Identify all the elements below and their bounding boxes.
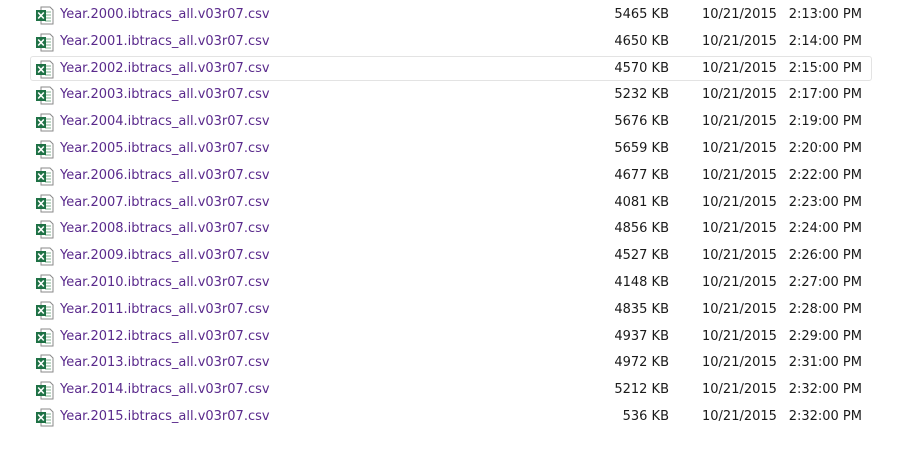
file-modified-date: 10/21/2015 [702, 328, 777, 344]
file-size: 4081 KB [614, 194, 669, 210]
file-row[interactable]: Year.2001.ibtracs_all.v03r07.csv 4650 KB 1… [30, 29, 872, 54]
file-row[interactable]: Year.2009.ibtracs_all.v03r07.csv 4527 KB 1… [30, 243, 872, 268]
file-name[interactable]: Year.2015.ibtracs_all.v03r07.csv [60, 408, 270, 426]
file-modified-time: 2:29:00 PM [788, 328, 862, 344]
file-modified-time: 2:31:00 PM [788, 355, 862, 371]
file-row[interactable]: Year.2000.ibtracs_all.v03r07.csv 5465 KB 1… [30, 2, 872, 27]
file-size: 4937 KB [614, 328, 669, 344]
file-modified-time: 2:24:00 PM [788, 221, 862, 237]
file-modified-time: 2:22:00 PM [788, 167, 862, 183]
file-size: 4650 KB [614, 33, 669, 49]
excel-csv-icon [36, 194, 54, 213]
file-name[interactable]: Year.2010.ibtracs_all.v03r07.csv [60, 274, 270, 292]
file-modified-date: 10/21/2015 [702, 409, 777, 424]
file-size: 4527 KB [614, 248, 669, 264]
file-modified-time: 2:26:00 PM [788, 248, 862, 264]
file-modified-date: 10/21/2015 [702, 60, 777, 76]
excel-csv-icon [36, 60, 54, 79]
file-name[interactable]: Year.2005.ibtracs_all.v03r07.csv [60, 140, 270, 158]
file-modified-time: 2:13:00 PM [788, 7, 862, 22]
file-size: 4972 KB [614, 355, 669, 371]
excel-csv-icon [36, 140, 54, 159]
file-modified-date: 10/21/2015 [702, 7, 777, 22]
excel-csv-icon [36, 33, 54, 52]
file-modified-date: 10/21/2015 [702, 194, 777, 210]
excel-csv-icon [36, 274, 54, 293]
file-modified-date: 10/21/2015 [702, 301, 777, 317]
file-modified-time: 2:27:00 PM [788, 275, 862, 290]
file-size: 536 KB [622, 409, 669, 424]
file-row[interactable]: Year.2005.ibtracs_all.v03r07.csv 5659 KB 1… [30, 136, 872, 161]
excel-csv-icon [36, 381, 54, 400]
file-row[interactable]: Year.2012.ibtracs_all.v03r07.csv 4937 KB 1… [30, 324, 872, 349]
file-row[interactable]: Year.2006.ibtracs_all.v03r07.csv 4677 KB 1… [30, 163, 872, 188]
file-modified-date: 10/21/2015 [702, 355, 777, 371]
file-size: 5232 KB [614, 87, 669, 103]
file-name[interactable]: Year.2008.ibtracs_all.v03r07.csv [60, 220, 270, 238]
excel-csv-icon [36, 6, 54, 25]
file-row[interactable]: Year.2015.ibtracs_all.v03r07.csv 536 KB 10… [30, 404, 872, 429]
file-modified-time: 2:32:00 PM [788, 409, 862, 424]
excel-csv-icon [36, 113, 54, 132]
file-name[interactable]: Year.2004.ibtracs_all.v03r07.csv [60, 113, 270, 131]
file-modified-date: 10/21/2015 [702, 114, 777, 130]
file-row[interactable]: Year.2008.ibtracs_all.v03r07.csv 4856 KB 1… [30, 216, 872, 241]
file-row[interactable]: Year.2011.ibtracs_all.v03r07.csv 4835 KB 1… [30, 297, 872, 322]
file-modified-date: 10/21/2015 [702, 221, 777, 237]
excel-csv-icon [36, 354, 54, 373]
file-modified-date: 10/21/2015 [702, 248, 777, 264]
file-row[interactable]: Year.2007.ibtracs_all.v03r07.csv 4081 KB 1… [30, 190, 872, 215]
file-name[interactable]: Year.2007.ibtracs_all.v03r07.csv [60, 194, 270, 212]
file-size: 4835 KB [614, 301, 669, 317]
file-row[interactable]: Year.2002.ibtracs_all.v03r07.csv 4570 KB 1… [30, 55, 872, 81]
file-modified-date: 10/21/2015 [702, 141, 777, 156]
file-name[interactable]: Year.2014.ibtracs_all.v03r07.csv [60, 381, 270, 399]
file-row[interactable]: Year.2003.ibtracs_all.v03r07.csv 5232 KB 1… [30, 82, 872, 107]
file-modified-time: 2:32:00 PM [788, 382, 862, 398]
file-modified-time: 2:14:00 PM [788, 33, 862, 49]
file-modified-date: 10/21/2015 [702, 33, 777, 49]
file-row[interactable]: Year.2010.ibtracs_all.v03r07.csv 4148 KB 1… [30, 270, 872, 295]
file-modified-time: 2:20:00 PM [788, 141, 862, 156]
file-modified-time: 2:28:00 PM [788, 301, 862, 317]
excel-csv-icon [36, 247, 54, 266]
excel-csv-icon [36, 408, 54, 427]
file-size: 4856 KB [614, 221, 669, 237]
file-row[interactable]: Year.2004.ibtracs_all.v03r07.csv 5676 KB 1… [30, 109, 872, 134]
file-name[interactable]: Year.2000.ibtracs_all.v03r07.csv [60, 6, 270, 24]
file-name[interactable]: Year.2006.ibtracs_all.v03r07.csv [60, 167, 270, 185]
file-name[interactable]: Year.2012.ibtracs_all.v03r07.csv [60, 328, 270, 346]
excel-csv-icon [36, 167, 54, 186]
file-modified-date: 10/21/2015 [702, 167, 777, 183]
file-name[interactable]: Year.2001.ibtracs_all.v03r07.csv [60, 33, 270, 51]
file-modified-time: 2:19:00 PM [788, 114, 862, 130]
excel-csv-icon [36, 301, 54, 320]
file-size: 4570 KB [614, 60, 669, 76]
file-row[interactable]: Year.2014.ibtracs_all.v03r07.csv 5212 KB 1… [30, 377, 872, 402]
file-name[interactable]: Year.2009.ibtracs_all.v03r07.csv [60, 247, 270, 265]
file-name[interactable]: Year.2013.ibtracs_all.v03r07.csv [60, 354, 270, 372]
excel-csv-icon [36, 328, 54, 347]
excel-csv-icon [36, 86, 54, 105]
file-row[interactable]: Year.2013.ibtracs_all.v03r07.csv 4972 KB 1… [30, 350, 872, 375]
file-size: 5676 KB [614, 114, 669, 130]
file-name[interactable]: Year.2002.ibtracs_all.v03r07.csv [60, 60, 270, 78]
file-modified-date: 10/21/2015 [702, 382, 777, 398]
excel-csv-icon [36, 220, 54, 239]
file-modified-date: 10/21/2015 [702, 87, 777, 103]
file-modified-date: 10/21/2015 [702, 275, 777, 290]
file-modified-time: 2:17:00 PM [788, 87, 862, 103]
file-name[interactable]: Year.2003.ibtracs_all.v03r07.csv [60, 86, 270, 104]
file-modified-time: 2:15:00 PM [788, 60, 862, 76]
file-name[interactable]: Year.2011.ibtracs_all.v03r07.csv [60, 301, 270, 319]
file-size: 5212 KB [614, 382, 669, 398]
file-size: 5465 KB [614, 7, 669, 22]
file-size: 5659 KB [614, 141, 669, 156]
file-modified-time: 2:23:00 PM [788, 194, 862, 210]
file-size: 4148 KB [614, 275, 669, 290]
file-size: 4677 KB [614, 167, 669, 183]
